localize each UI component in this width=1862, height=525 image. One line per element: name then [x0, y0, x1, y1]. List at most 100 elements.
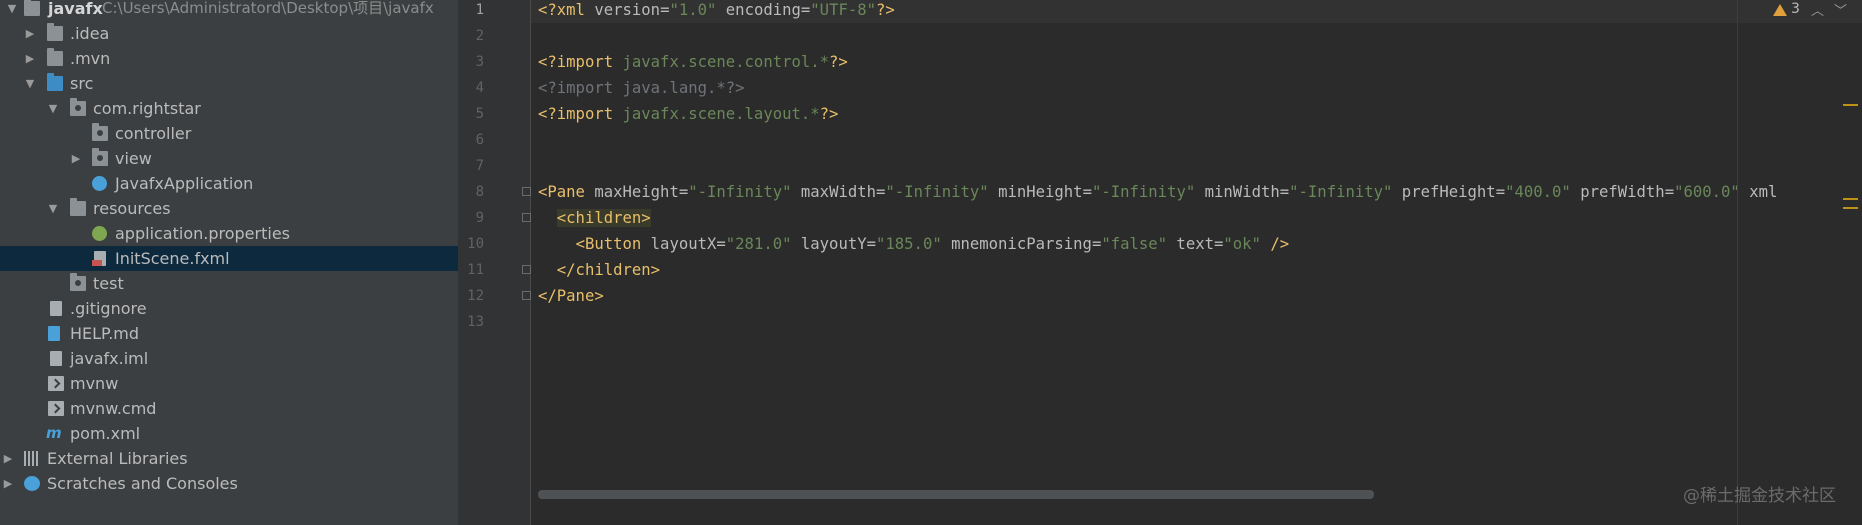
fold-marker-icon[interactable] [522, 265, 531, 274]
code-token: = [800, 1, 811, 19]
code-token: prefWidth [1570, 183, 1665, 201]
tree-item-test[interactable]: test [0, 271, 458, 296]
code-token: "-Infinity" [1091, 183, 1196, 201]
line-number: 4 [475, 80, 484, 96]
root-label: javafx [48, 0, 103, 18]
tree-item-label: InitScene.fxml [115, 249, 230, 268]
code-token: minWidth [1195, 183, 1280, 201]
gitignore-file-icon [50, 301, 62, 316]
tree-item-label: view [115, 149, 152, 168]
fold-marker-icon[interactable] [522, 291, 531, 300]
tree-item-gitignore[interactable]: .gitignore [0, 296, 458, 321]
code-token: <Pane [538, 183, 585, 201]
script-file-icon [48, 401, 64, 416]
code-token: "false" [1101, 235, 1168, 253]
tree-item-src[interactable]: ▼ src [0, 71, 458, 96]
code-token: xml [1739, 183, 1778, 201]
code-line-10[interactable]: <Button layoutX="281.0" layoutY="185.0" … [538, 231, 1290, 257]
code-token: ?> [829, 53, 848, 71]
chevron-right-icon[interactable]: ▶ [70, 146, 82, 171]
code-token: "400.0" [1505, 183, 1571, 201]
java-class-icon [92, 176, 107, 191]
folder-icon [47, 23, 63, 41]
code-line-3[interactable]: <?import javafx.scene.control.*?> [538, 49, 848, 75]
package-icon [70, 98, 86, 116]
tree-item-resources[interactable]: ▼ resources [0, 196, 458, 221]
warning-icon[interactable] [1773, 4, 1787, 16]
code-token: "UTF-8" [810, 1, 877, 19]
tree-item-external-libraries[interactable]: ▶ External Libraries [0, 446, 458, 471]
tree-item-controller[interactable]: controller [0, 121, 458, 146]
code-token: "185.0" [876, 235, 942, 253]
line-number: 5 [475, 106, 484, 122]
chevron-down-icon[interactable]: ▼ [47, 96, 59, 121]
tree-item-label: Scratches and Consoles [47, 474, 238, 493]
code-token: ?> [819, 105, 839, 123]
fold-marker-icon[interactable] [522, 213, 531, 222]
code-line-11[interactable]: </children> [538, 257, 660, 283]
tree-item-label: .mvn [70, 49, 111, 68]
code-token: <children> [556, 209, 651, 227]
tree-item-mvnw[interactable]: mvnw [0, 371, 458, 396]
code-line-4[interactable]: <?import java.lang.*?> [538, 75, 745, 101]
tree-item-label: JavafxApplication [115, 174, 254, 193]
code-token: </Pane> [538, 287, 604, 305]
tree-item-idea[interactable]: ▶ .idea [0, 21, 458, 46]
warnings-count[interactable]: 3 [1791, 1, 1800, 17]
line-number: 9 [475, 210, 484, 226]
tree-root-javafx[interactable]: ▼ javafx C:\Users\Administratord\Desktop… [0, 0, 458, 21]
fold-marker-icon[interactable] [522, 187, 531, 196]
code-line-8[interactable]: <Pane maxHeight="-Infinity" maxWidth="-I… [538, 179, 1777, 205]
tree-item-mvn[interactable]: ▶ .mvn [0, 46, 458, 71]
chevron-down-icon[interactable]: ▼ [6, 0, 18, 21]
tree-item-label: mvnw.cmd [70, 399, 157, 418]
warning-stripe-mark[interactable] [1843, 198, 1858, 200]
line-number: 2 [475, 28, 484, 44]
horizontal-scrollbar[interactable] [538, 490, 1374, 499]
tree-item-initscene-fxml[interactable]: InitScene.fxml [0, 246, 458, 271]
tree-item-application-properties[interactable]: application.properties [0, 221, 458, 246]
warning-stripe-mark[interactable] [1843, 207, 1858, 209]
code-line-12[interactable]: </Pane> [538, 283, 604, 309]
tree-item-scratches[interactable]: ▶ Scratches and Consoles [0, 471, 458, 496]
code-token: encoding [725, 1, 801, 19]
folder-icon [47, 48, 63, 66]
code-token: version [594, 1, 661, 19]
chevron-up-icon[interactable]: ︿ [1811, 0, 1824, 19]
code-token: layoutX [641, 235, 717, 253]
project-tree-panel: ▼ javafx C:\Users\Administratord\Desktop… [0, 0, 458, 525]
code-token: layoutY [791, 235, 867, 253]
module-file-icon [50, 351, 62, 366]
tree-item-label: mvnw [70, 374, 119, 393]
tree-item-javafxapplication[interactable]: JavafxApplication [0, 171, 458, 196]
chevron-right-icon[interactable]: ▶ [24, 46, 36, 71]
chevron-right-icon[interactable]: ▶ [2, 446, 14, 471]
line-number: 8 [475, 184, 484, 200]
code-token: = [716, 235, 726, 253]
chevron-right-icon[interactable]: ▶ [24, 21, 36, 46]
code-token: javafx.scene.layout.* [622, 105, 820, 123]
code-token: maxHeight [584, 183, 679, 201]
package-icon [92, 123, 108, 141]
root-path: C:\Users\Administratord\Desktop\项目\javaf… [102, 0, 434, 17]
tree-item-view[interactable]: ▶ view [0, 146, 458, 171]
tree-item-javafx-iml[interactable]: javafx.iml [0, 346, 458, 371]
chevron-right-icon[interactable]: ▶ [2, 471, 14, 496]
code-line-1[interactable]: <?xml version="1.0" encoding="UTF-8"?> [538, 0, 895, 23]
code-token: = [1214, 235, 1224, 253]
code-token: <?import [538, 105, 623, 123]
line-number: 13 [467, 314, 484, 330]
tree-item-help-md[interactable]: HELP.md [0, 321, 458, 346]
tree-item-com-rightstar[interactable]: ▼ com.rightstar [0, 96, 458, 121]
warning-stripe-mark[interactable] [1843, 104, 1858, 106]
chevron-down-icon[interactable]: ﹀ [1834, 0, 1847, 19]
tree-item-pom-xml[interactable]: m pom.xml [0, 421, 458, 446]
code-line-9[interactable]: <children> [538, 205, 651, 231]
tree-item-mvnw-cmd[interactable]: mvnw.cmd [0, 396, 458, 421]
fxml-file-icon [92, 251, 106, 266]
tree-item-label: controller [115, 124, 192, 143]
code-line-5[interactable]: <?import javafx.scene.layout.*?> [538, 101, 838, 127]
chevron-down-icon[interactable]: ▼ [47, 196, 59, 221]
chevron-down-icon[interactable]: ▼ [24, 71, 36, 96]
